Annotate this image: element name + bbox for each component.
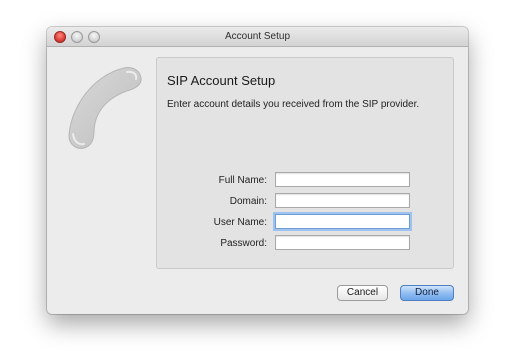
password-field[interactable]	[275, 235, 410, 250]
done-button[interactable]: Done	[400, 285, 454, 301]
phone-handset-icon	[68, 67, 142, 149]
full-name-field[interactable]	[275, 172, 410, 187]
user-name-label: User Name:	[213, 217, 267, 228]
full-name-label: Full Name:	[218, 175, 267, 186]
password-label: Password:	[220, 238, 267, 249]
account-setup-window: Account Setup SIP Account Setup Enter ac…	[47, 27, 468, 314]
panel-title: SIP Account Setup	[167, 73, 276, 88]
sip-account-panel: SIP Account Setup Enter account details …	[156, 57, 454, 269]
domain-field[interactable]	[275, 193, 410, 208]
panel-description: Enter account details you received from …	[167, 99, 420, 110]
domain-label: Domain:	[229, 196, 267, 207]
title-bar[interactable]: Account Setup	[47, 27, 468, 47]
user-name-field[interactable]	[275, 214, 410, 229]
window-title: Account Setup	[224, 31, 291, 42]
cancel-button[interactable]: Cancel	[337, 285, 388, 301]
